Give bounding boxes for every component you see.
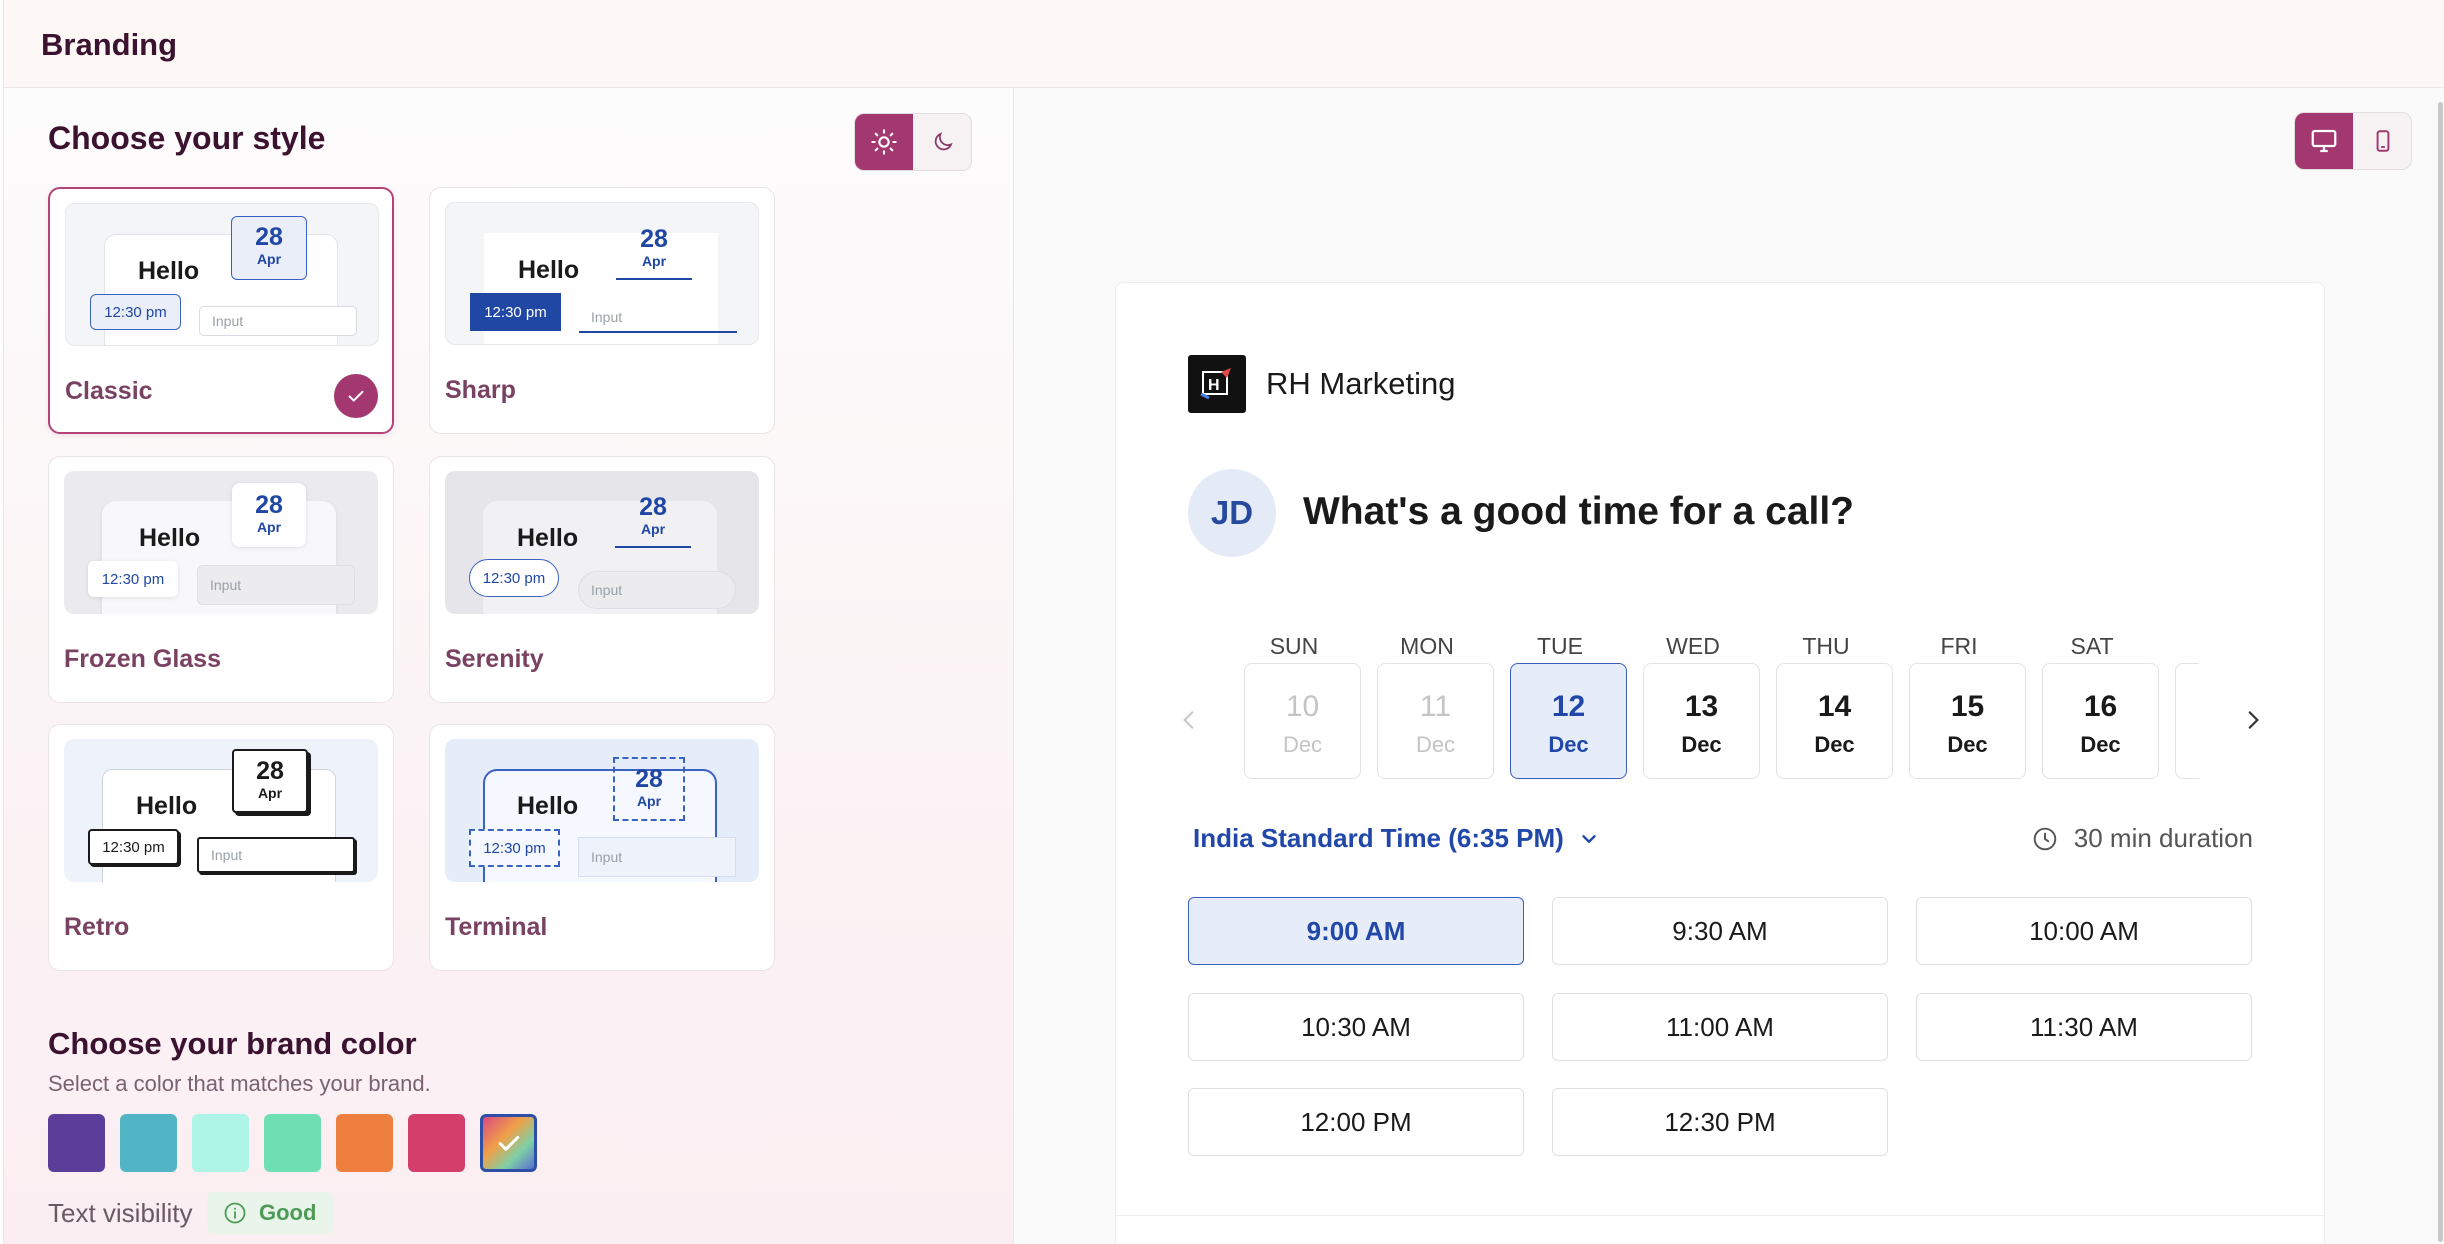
- weekday-label: WED: [1666, 633, 1720, 659]
- preview-area: H RH Marketing JD What's a good time for…: [1015, 88, 2444, 1244]
- style-preview-sharp: Hello 28 Apr 12:30 pm Input: [445, 202, 759, 345]
- time-slot[interactable]: 10:00 AM: [1916, 897, 2252, 965]
- day-cell[interactable]: 15 Dec: [1909, 663, 2026, 779]
- dark-mode-button[interactable]: [914, 114, 971, 170]
- color-swatch-custom-gradient[interactable]: [480, 1114, 537, 1172]
- desktop-view-button[interactable]: [2295, 113, 2353, 169]
- time-slot[interactable]: 11:30 AM: [1916, 993, 2252, 1061]
- top-bar: Branding: [3, 0, 2444, 88]
- weekday-label: THU: [1802, 633, 1850, 659]
- day-cell[interactable]: 14 Dec: [1776, 663, 1893, 779]
- day-cell[interactable]: 16 Dec: [2042, 663, 2159, 779]
- style-name: Sharp: [445, 376, 516, 404]
- phone-icon: [2376, 130, 2390, 152]
- style-card-serenity[interactable]: Hello 28 Apr 12:30 pm Input Serenity: [429, 456, 775, 703]
- style-settings-panel: Choose your style Hello 28 Apr 12:30 pm I…: [3, 88, 1014, 1244]
- timezone-dropdown[interactable]: India Standard Time (6:35 PM): [1193, 823, 1600, 854]
- avatar: JD: [1188, 469, 1276, 557]
- brand-color-title: Choose your brand color: [48, 1026, 417, 1061]
- mobile-view-button[interactable]: [2354, 113, 2411, 169]
- org-logo: H: [1188, 355, 1246, 413]
- weekday-label: SAT: [2070, 633, 2114, 659]
- text-visibility-badge: Good: [207, 1192, 333, 1234]
- info-icon: [224, 1202, 246, 1224]
- time-slot-selected[interactable]: 9:00 AM: [1188, 897, 1524, 965]
- day-cell-selected[interactable]: 12 Dec: [1510, 663, 1627, 779]
- weekday-label: TUE: [1537, 633, 1583, 659]
- style-preview-classic: Hello 28 Apr 12:30 pm Input: [65, 203, 379, 346]
- prev-week-button[interactable]: [1176, 703, 1202, 742]
- page-title: Branding: [41, 27, 178, 62]
- style-card-sharp[interactable]: Hello 28 Apr 12:30 pm Input Sharp: [429, 187, 775, 434]
- style-card-retro[interactable]: Hello 28 Apr 12:30 pm Input Retro: [48, 724, 394, 971]
- color-swatch-orange[interactable]: [336, 1114, 393, 1172]
- day-cell: 10 Dec: [1244, 663, 1361, 779]
- sun-icon: [871, 129, 897, 155]
- color-swatch-teal[interactable]: [120, 1114, 177, 1172]
- weekday-label: FRI: [1940, 633, 1978, 659]
- device-toggle: [2294, 112, 2412, 170]
- brand-color-subtitle: Select a color that matches your brand.: [48, 1071, 431, 1096]
- style-card-frozen-glass[interactable]: Hello 28 Apr 12:30 pm Input Frozen Glass: [48, 456, 394, 703]
- style-card-terminal[interactable]: Hello 28 Apr 12:30 pm Input Terminal: [429, 724, 775, 971]
- style-name: Frozen Glass: [64, 645, 221, 673]
- color-swatch-purple[interactable]: [48, 1114, 105, 1172]
- day-cell-partial: [2175, 663, 2199, 779]
- org-name: RH Marketing: [1266, 366, 1456, 401]
- time-slot[interactable]: 11:00 AM: [1552, 993, 1888, 1061]
- chevron-down-icon: [1582, 834, 1596, 843]
- monitor-icon: [2311, 129, 2337, 153]
- time-slot[interactable]: 9:30 AM: [1552, 897, 1888, 965]
- color-swatch-mint[interactable]: [192, 1114, 249, 1172]
- day-cell: 11 Dec: [1377, 663, 1494, 779]
- color-swatch-pink[interactable]: [408, 1114, 465, 1172]
- style-name: Terminal: [445, 913, 548, 941]
- chevron-left-icon: [1183, 711, 1194, 729]
- time-slot[interactable]: 12:00 PM: [1188, 1088, 1524, 1156]
- divider: [1116, 1215, 2324, 1216]
- style-preview-terminal: Hello 28 Apr 12:30 pm Input: [445, 739, 759, 882]
- style-preview-retro: Hello 28 Apr 12:30 pm Input: [64, 739, 378, 882]
- moon-icon: [934, 132, 953, 151]
- scrollbar[interactable]: [2436, 102, 2444, 1242]
- selected-check-icon: [498, 1135, 519, 1151]
- style-preview-serenity: Hello 28 Apr 12:30 pm Input: [445, 471, 759, 614]
- duration-info: 30 min duration: [2032, 823, 2253, 854]
- selected-check-icon: [334, 374, 378, 418]
- style-name: Serenity: [445, 645, 544, 673]
- time-slot[interactable]: 12:30 PM: [1552, 1088, 1888, 1156]
- chevron-right-icon: [2248, 711, 2259, 729]
- theme-mode-toggle: [854, 113, 972, 171]
- weekday-label: MON: [1400, 633, 1454, 659]
- light-mode-button[interactable]: [855, 114, 913, 170]
- style-name: Classic: [65, 377, 153, 405]
- style-card-classic[interactable]: Hello 28 Apr 12:30 pm Input Classic: [48, 187, 394, 434]
- text-visibility-label: Text visibility: [48, 1198, 193, 1228]
- booking-widget-preview: H RH Marketing JD What's a good time for…: [1115, 282, 2325, 1244]
- style-section-title: Choose your style: [48, 120, 326, 156]
- next-week-button[interactable]: [2240, 703, 2266, 742]
- booking-question: What's a good time for a call?: [1303, 490, 1855, 533]
- clock-icon: [2033, 827, 2057, 850]
- time-slot[interactable]: 10:30 AM: [1188, 993, 1524, 1061]
- weekday-label: SUN: [1269, 633, 1319, 659]
- color-swatch-green[interactable]: [264, 1114, 321, 1172]
- svg-text:H: H: [1208, 377, 1220, 394]
- day-cell[interactable]: 13 Dec: [1643, 663, 1760, 779]
- style-preview-frozen-glass: Hello 28 Apr 12:30 pm Input: [64, 471, 378, 614]
- style-name: Retro: [64, 913, 130, 941]
